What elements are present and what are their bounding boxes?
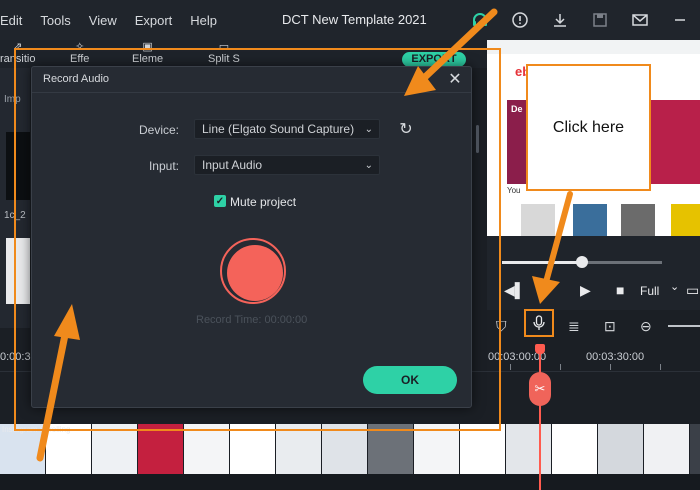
menu-help[interactable]: Help (181, 13, 226, 28)
track-footer (0, 474, 700, 490)
display-icon[interactable]: ▭ (686, 282, 699, 299)
menu-tools[interactable]: Tools (31, 13, 79, 28)
audio-mixer-icon[interactable]: ≣ (568, 318, 580, 335)
annotation-highlight-box (14, 48, 501, 431)
clip-frame (184, 424, 230, 474)
window-title: DCT New Template 2021 (282, 12, 427, 27)
annotation-callout: Click here (526, 64, 651, 191)
preview-product (671, 204, 700, 236)
preview-browser-bar (487, 40, 700, 54)
minimize-icon[interactable] (668, 8, 692, 32)
preview-banner-secondary (651, 100, 700, 184)
zoom-out-icon[interactable]: ⊖ (640, 318, 652, 335)
scrubber-handle[interactable] (576, 256, 588, 268)
menu-export[interactable]: Export (126, 13, 182, 28)
clip-frame (506, 424, 552, 474)
clip-frame (690, 424, 700, 474)
playhead-handle[interactable] (535, 344, 545, 354)
menu-view[interactable]: View (80, 13, 126, 28)
clip-frame (460, 424, 506, 474)
timeline-toolbar (487, 310, 700, 344)
download-icon[interactable] (548, 8, 572, 32)
annotation-callout-text: Click here (552, 118, 625, 136)
ruler-tick (510, 364, 511, 370)
zoom-slider[interactable] (668, 325, 700, 327)
ruler-tick (560, 364, 561, 370)
clip-frame (138, 424, 184, 474)
clip-frame (552, 424, 598, 474)
clip-frame (230, 424, 276, 474)
clip-frame (276, 424, 322, 474)
clip-frame (368, 424, 414, 474)
info-icon[interactable] (508, 8, 532, 32)
clip-frame (92, 424, 138, 474)
ruler-tick (660, 364, 661, 370)
ruler-tick (610, 364, 611, 370)
clip-frame (322, 424, 368, 474)
mail-icon[interactable] (628, 8, 652, 32)
clip-frame (598, 424, 644, 474)
stop-icon[interactable]: ■ (616, 282, 624, 298)
headset-icon[interactable] (468, 8, 492, 32)
step-back-icon[interactable]: ◀▌ (504, 282, 525, 299)
playback-progress (502, 261, 582, 264)
split-scissors-icon[interactable]: ✂ (529, 372, 551, 406)
record-voiceover-button[interactable] (524, 309, 554, 337)
clip-frame (644, 424, 690, 474)
preview-product (621, 204, 655, 236)
fit-timeline-icon[interactable]: ⊡ (604, 318, 616, 335)
clip-frame (414, 424, 460, 474)
preview-product (573, 204, 607, 236)
play-icon[interactable]: ▶ (580, 282, 591, 299)
save-icon[interactable] (588, 8, 612, 32)
preview-section-label: You (507, 186, 521, 195)
ruler-timecode: 00:03:30:00 (586, 351, 645, 363)
video-track-clip[interactable] (0, 424, 700, 474)
quality-select[interactable]: Full (640, 284, 659, 298)
menu-edit[interactable]: Edit (0, 13, 31, 28)
preview-product (521, 204, 555, 236)
microphone-icon (533, 315, 545, 330)
chevron-down-icon[interactable]: ⌄ (670, 280, 679, 293)
top-icon-group (468, 8, 692, 32)
